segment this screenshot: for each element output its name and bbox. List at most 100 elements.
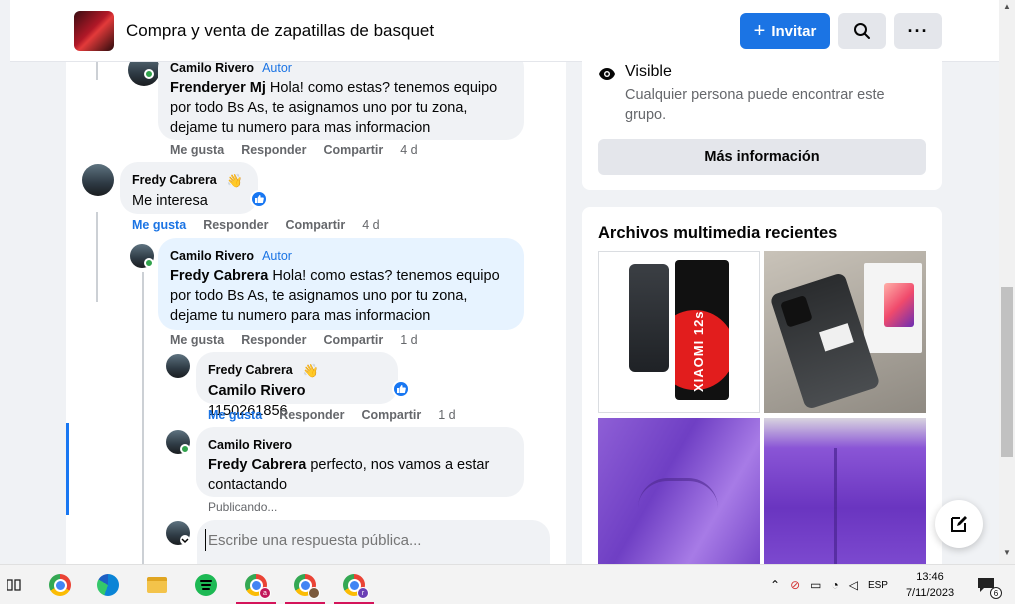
like-reaction-badge[interactable] [250,190,268,208]
online-status-icon [144,258,154,268]
chevron-down-icon[interactable] [180,535,190,545]
share-link[interactable]: Compartir [285,218,345,232]
share-link[interactable]: Compartir [361,408,421,422]
comment-time[interactable]: 4 d [362,218,379,232]
edit-icon [951,516,967,532]
comment-time[interactable]: 1 d [400,333,417,347]
invite-button[interactable]: + Invitar [740,13,830,49]
edge-icon[interactable] [94,571,122,599]
file-explorer-icon[interactable] [143,571,171,599]
chrome-profile-r-icon[interactable]: r [340,571,369,599]
more-info-button[interactable]: Más información [598,139,926,175]
scroll-down-icon[interactable]: ▼ [1003,548,1011,557]
comment-author[interactable]: Camilo Rivero [208,435,512,455]
task-view-icon[interactable] [0,571,28,599]
comment-time[interactable]: 1 d [438,408,455,422]
compose-button[interactable] [935,500,983,548]
comment-actions: Me gusta Responder Compartir 4 d [132,218,380,232]
scroll-up-icon[interactable]: ▲ [1003,2,1011,11]
notification-count: 6 [990,587,1002,599]
visibility-description: Cualquier persona puede encontrar este g… [625,87,885,123]
wifi-icon[interactable]: ◔ [831,578,838,592]
like-reaction-badge[interactable] [392,380,410,398]
visibility-title: Visible [625,63,672,80]
notification-center-icon[interactable]: 6 [972,571,1002,599]
group-cover-thumbnail[interactable] [74,11,114,51]
search-button[interactable] [838,13,886,49]
phone-shape [629,264,669,372]
thread-line [96,62,98,80]
avatar[interactable] [82,164,114,196]
comment-bubble: Fredy Cabrera 👋 Camilo Rivero 1150261856 [196,352,398,419]
system-clock[interactable]: 13:46 7/11/2023 [895,569,965,601]
online-status-icon [180,444,190,454]
comment-author[interactable]: Fredy Cabrera [132,173,217,187]
like-link[interactable]: Me gusta [132,218,186,232]
comment-mention[interactable]: Camilo Rivero [208,383,306,399]
invite-label: Invitar [771,22,817,40]
reply-link[interactable]: Responder [241,143,306,157]
author-badge: Autor [262,249,292,263]
language-indicator[interactable]: ESP [868,580,888,591]
group-title[interactable]: Compra y venta de zapatillas de basquet [126,21,434,41]
comment-actions: Me gusta Responder Compartir 1 d [170,333,418,347]
like-link[interactable]: Me gusta [170,333,224,347]
author-badge: Autor [262,62,292,75]
comment-actions: Me gusta Responder Compartir 4 d [170,143,418,157]
thread-line [142,272,144,564]
more-dots-icon: ··· [907,20,929,41]
comment-author[interactable]: Camilo Rivero [170,62,254,75]
media-thumbnail-purple-pants[interactable] [764,418,926,568]
group-header: Compra y venta de zapatillas de basquet … [10,0,1000,62]
thread-line [96,212,98,302]
plus-icon: + [753,20,766,42]
battery-icon[interactable]: ▭ [810,578,821,592]
share-link[interactable]: Compartir [323,143,383,157]
spotify-icon[interactable] [192,571,220,599]
chrome-profile-photo-icon[interactable] [291,571,320,599]
comment-author[interactable]: Fredy Cabrera [208,363,293,377]
share-link[interactable]: Compartir [323,333,383,347]
wave-icon: 👋 [302,363,319,378]
search-icon [854,23,870,39]
more-options-button[interactable]: ··· [894,13,942,49]
page-scrollbar[interactable]: ▲ ▼ [999,0,1015,565]
thumbs-up-icon [397,385,406,393]
thumbs-up-icon [255,195,264,203]
windows-taskbar: a r ⌃ ⊘ ▭ ◔ ◁ ESP 13:46 7/11/2023 6 [0,564,1015,604]
media-thumbnail-phones-photo[interactable] [764,251,926,413]
like-link[interactable]: Me gusta [208,408,262,422]
comment-bubble: Fredy Cabrera 👋 Me interesa [120,162,258,214]
reply-link[interactable]: Responder [279,408,344,422]
chrome-profile-a-icon[interactable]: a [242,571,271,599]
reply-link[interactable]: Responder [203,218,268,232]
comment-bubble: Camilo Rivero Autor Frenderyer Mj Hola! c… [158,62,524,140]
comments-panel: Camilo Rivero Autor Frenderyer Mj Hola! c… [66,62,566,564]
avatar[interactable] [166,354,190,378]
network-blocked-icon[interactable]: ⊘ [790,578,800,592]
like-link[interactable]: Me gusta [170,143,224,157]
comment-bubble: Camilo Rivero Fredy Cabrera perfecto, no… [196,427,524,497]
chevron-up-icon[interactable]: ⌃ [770,578,780,592]
comment-time[interactable]: 4 d [400,143,417,157]
comment-mention[interactable]: Fredy Cabrera [208,457,306,473]
focus-indicator [66,423,69,515]
comment-mention[interactable]: Frenderyer Mj [170,80,266,96]
phone-model-label: XIAOMI 12s [691,310,706,392]
comment-mention[interactable]: Fredy Cabrera [170,268,268,284]
publishing-status: Publicando... [208,500,278,514]
reply-composer[interactable] [197,520,550,564]
online-status-icon [144,69,154,79]
scrollbar-thumb[interactable] [1001,287,1013,457]
chrome-icon[interactable] [46,571,74,599]
phone-box-shape [864,263,922,353]
media-thumbnail-purple-shorts[interactable] [598,418,760,568]
comment-author[interactable]: Camilo Rivero [170,249,254,263]
volume-icon[interactable]: ◁ [849,578,858,592]
media-thumbnail-phone-box[interactable]: XIAOMI 12s [598,251,760,413]
reply-input[interactable] [205,529,525,551]
wave-icon: 👋 [226,173,243,188]
eye-icon [599,68,615,80]
clock-date: 7/11/2023 [905,587,955,599]
reply-link[interactable]: Responder [241,333,306,347]
